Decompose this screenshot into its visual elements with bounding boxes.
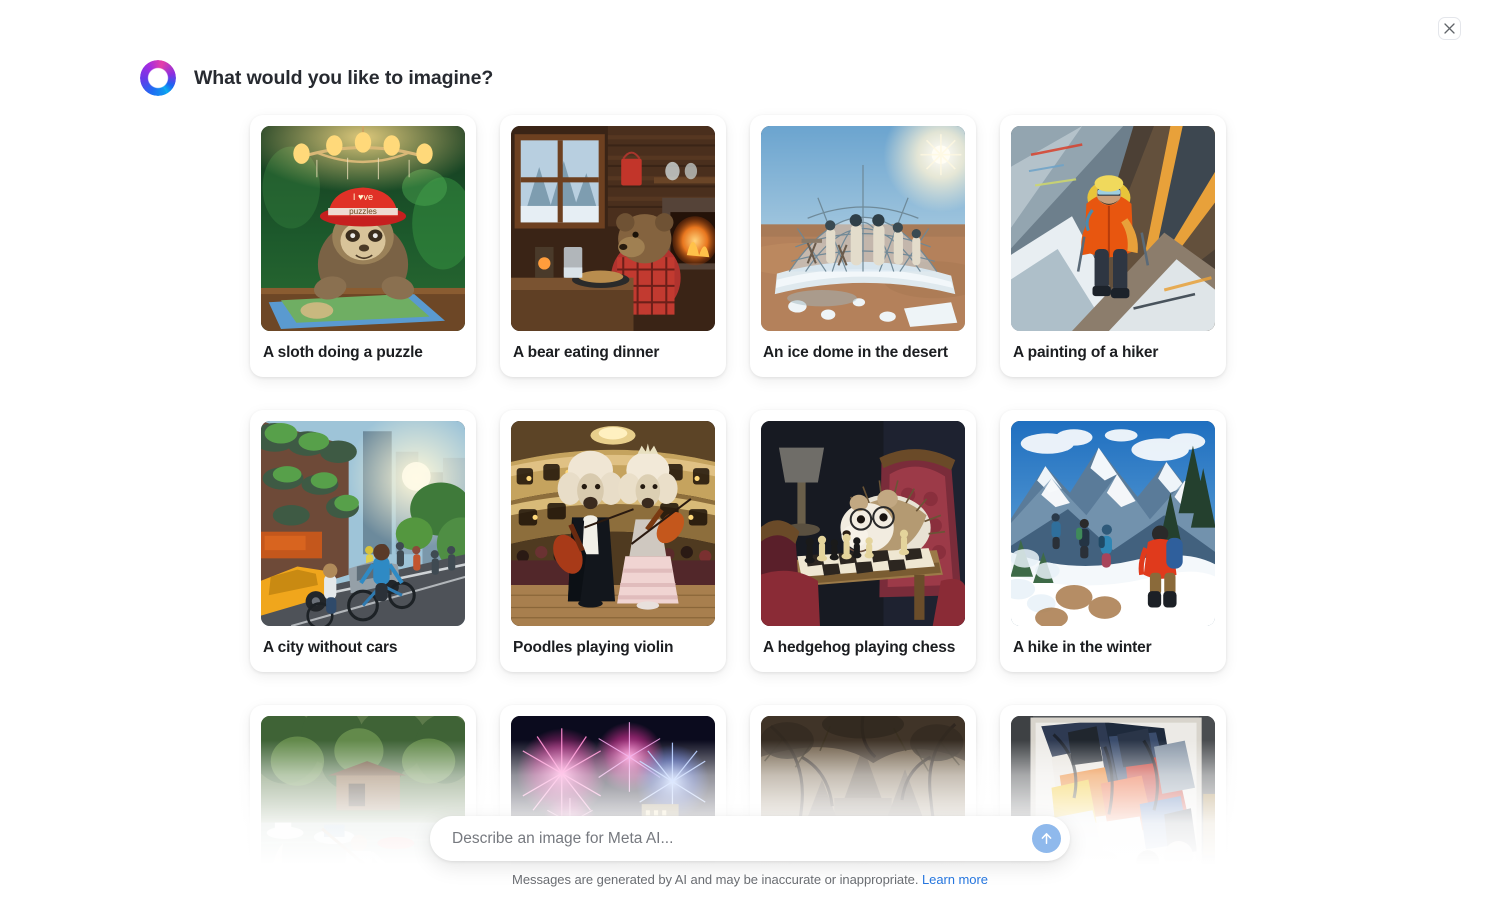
- suggestion-card[interactable]: A painting of a hiker: [1000, 115, 1226, 377]
- suggestion-caption: A hike in the winter: [1013, 639, 1152, 656]
- suggestion-card[interactable]: [250, 705, 476, 900]
- svg-text:I ♥ve: I ♥ve: [353, 192, 373, 202]
- suggestion-card[interactable]: A hedgehog playing chess: [750, 410, 976, 672]
- suggestion-caption: A hedgehog playing chess: [763, 639, 956, 656]
- bear-cabin-dinner-thumbnail: [511, 126, 715, 331]
- winter-mountain-hike-thumbnail: [1011, 421, 1215, 626]
- suggestion-card[interactable]: I ♥ve puzzles A sloth doing a puzzle: [250, 115, 476, 377]
- suggestion-card[interactable]: [750, 705, 976, 900]
- suggestion-caption: A sloth doing a puzzle: [263, 344, 423, 361]
- suggestion-card[interactable]: A hike in the winter: [1000, 410, 1226, 672]
- suggestion-card[interactable]: [500, 705, 726, 900]
- modal-header: What would you like to imagine?: [140, 60, 493, 96]
- poodles-violin-opera-thumbnail: [511, 421, 715, 626]
- green-city-cyclists-thumbnail: [261, 421, 465, 626]
- painted-hiker-thumbnail: [1011, 126, 1215, 331]
- suggestion-card[interactable]: Poodles playing violin: [500, 410, 726, 672]
- composer-bar: [430, 816, 1070, 861]
- learn-more-link[interactable]: Learn more: [922, 872, 988, 887]
- suggestion-caption: Poodles playing violin: [513, 639, 674, 656]
- suggestion-card[interactable]: A bear eating dinner: [500, 115, 726, 377]
- close-button[interactable]: [1438, 17, 1461, 40]
- suggestion-card[interactable]: A city without cars: [250, 410, 476, 672]
- sloth-puzzle-thumbnail: I ♥ve puzzles: [261, 126, 465, 331]
- arrow-up-icon: [1041, 833, 1052, 844]
- svg-text:puzzles: puzzles: [349, 207, 377, 216]
- suggestion-caption: A city without cars: [263, 639, 398, 656]
- meta-ai-gradient-ring-icon: [140, 60, 176, 96]
- close-icon: [1444, 23, 1455, 34]
- suggestion-card[interactable]: An ice dome in the desert: [750, 115, 976, 377]
- suggestion-caption: A bear eating dinner: [513, 344, 660, 361]
- hedgehog-chess-thumbnail: [761, 421, 965, 626]
- suggestion-grid: I ♥ve puzzles A sloth doing a puzzle A b…: [250, 115, 1250, 900]
- page-title: What would you like to imagine?: [194, 66, 494, 89]
- disclaimer-text: Messages are generated by AI and may be …: [512, 872, 919, 887]
- search-input[interactable]: [446, 816, 1032, 861]
- ai-disclaimer: Messages are generated by AI and may be …: [0, 872, 1500, 887]
- send-button[interactable]: [1032, 824, 1061, 853]
- ice-dome-desert-thumbnail: [761, 126, 965, 331]
- imagine-modal: What would you like to imagine? I ♥ve pu…: [0, 0, 1500, 900]
- suggestion-caption: A painting of a hiker: [1013, 344, 1159, 361]
- suggestion-caption: An ice dome in the desert: [763, 344, 948, 361]
- suggestion-card[interactable]: [1000, 705, 1226, 900]
